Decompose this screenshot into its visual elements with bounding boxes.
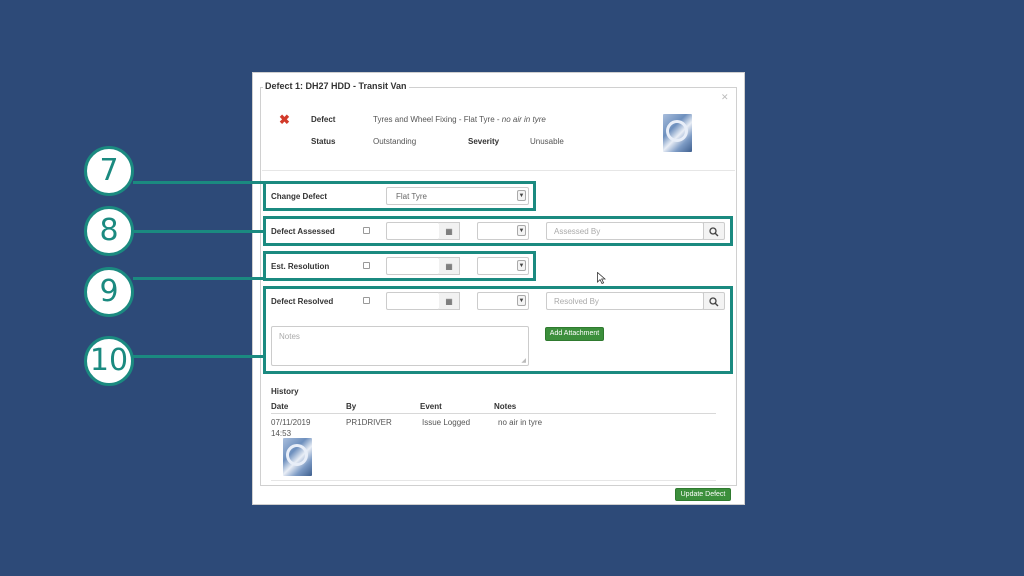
history-header-divider (271, 413, 716, 414)
connector-9 (133, 277, 264, 280)
defect-label: Defect (311, 115, 336, 124)
history-row-date: 07/11/2019 (271, 418, 311, 427)
callout-10: 10 (84, 336, 134, 386)
history-row-by: PR1DRIVER (346, 418, 392, 427)
callout-7: 7 (84, 146, 134, 196)
defect-value: Tyres and Wheel Fixing - Flat Tyre - no … (373, 115, 546, 124)
status-label: Status (311, 137, 336, 146)
summary-divider (262, 170, 735, 171)
history-col-date: Date (271, 402, 289, 411)
history-col-notes: Notes (494, 402, 517, 411)
history-col-by: By (346, 402, 357, 411)
mouse-cursor-icon (597, 272, 606, 284)
callout-8: 8 (84, 206, 134, 256)
update-defect-button[interactable]: Update Defect (675, 488, 731, 501)
connector-8 (133, 230, 264, 233)
history-col-event: Event (420, 402, 442, 411)
defect-photo-thumbnail[interactable] (663, 114, 692, 152)
severity-label: Severity (468, 137, 500, 146)
highlight-box-10 (263, 286, 733, 374)
highlight-box-7 (263, 181, 536, 211)
history-bottom-divider (271, 480, 716, 481)
defect-status-x-icon: ✖ (279, 112, 290, 127)
callout-9: 9 (84, 267, 134, 317)
close-icon[interactable]: ✕ (721, 92, 729, 103)
highlight-box-8 (263, 216, 733, 246)
history-row-notes: no air in tyre (498, 418, 543, 427)
highlight-box-9 (263, 251, 536, 281)
history-row-time: 14:53 (271, 429, 292, 438)
history-title: History (271, 387, 299, 396)
status-value: Outstanding (373, 137, 417, 146)
connector-7 (133, 181, 264, 184)
history-photo-thumbnail[interactable] (283, 438, 312, 476)
severity-value: Unusable (530, 137, 564, 146)
connector-10 (133, 355, 264, 358)
history-row-event: Issue Logged (422, 418, 471, 427)
modal-title: Defect 1: DH27 HDD - Transit Van (263, 81, 409, 91)
